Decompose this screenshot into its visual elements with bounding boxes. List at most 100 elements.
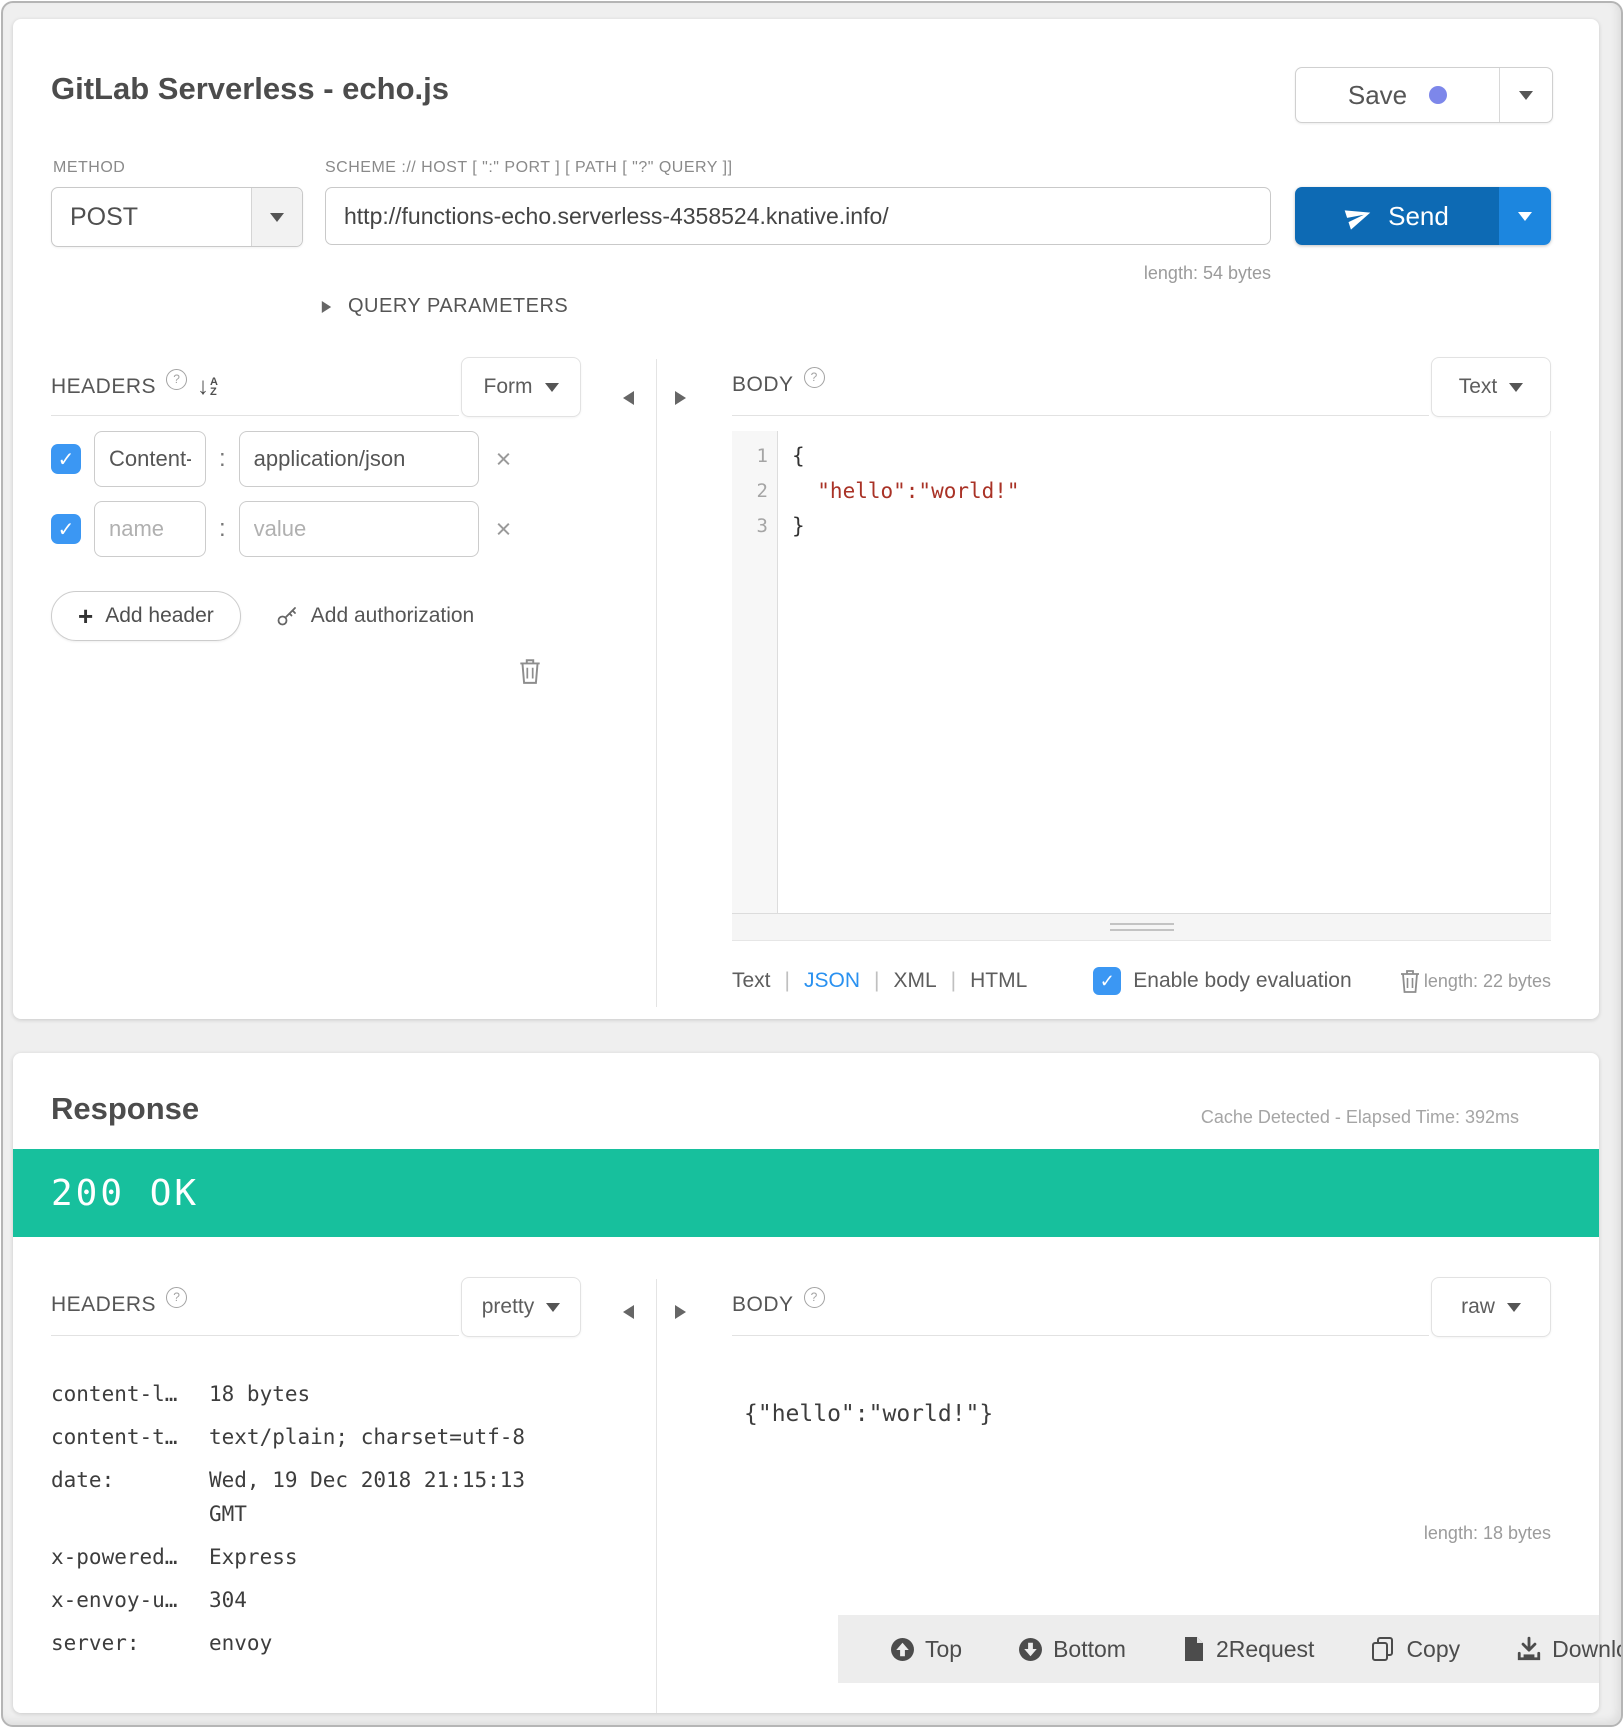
method-dropdown-button[interactable]	[251, 188, 302, 246]
header-value: Express	[209, 1540, 554, 1574]
headers-view-mode-dropdown[interactable]: Form	[461, 357, 581, 417]
collapse-body-icon[interactable]	[675, 391, 686, 405]
expand-arrow-icon	[322, 301, 331, 313]
add-header-button[interactable]: Add header	[51, 591, 241, 641]
header-name: content-t…	[51, 1420, 209, 1454]
app-window: GitLab Serverless - echo.js Save METHOD …	[1, 1, 1623, 1727]
chevron-down-icon	[1518, 212, 1532, 221]
body-view-mode-dropdown[interactable]: Text	[1431, 357, 1551, 417]
help-icon[interactable]	[166, 369, 187, 390]
panel-divider	[656, 1279, 657, 1713]
header-value: 18 bytes	[209, 1377, 554, 1411]
request-headers-panel: HEADERS Form	[51, 355, 581, 685]
format-option-text[interactable]: Text	[732, 969, 771, 993]
header-row	[51, 431, 581, 487]
query-parameters-toggle[interactable]: QUERY PARAMETERS	[321, 295, 568, 318]
method-label: METHOD	[53, 159, 125, 177]
format-option-html[interactable]: HTML	[970, 969, 1027, 993]
response-body-view-dropdown[interactable]: raw	[1431, 1277, 1551, 1337]
header-value: Wed, 19 Dec 2018 21:15:13 GMT	[209, 1463, 554, 1531]
request-panel: GitLab Serverless - echo.js Save METHOD …	[13, 19, 1599, 1019]
headers-view-mode-value: Form	[484, 375, 533, 399]
paper-plane-icon	[1342, 199, 1376, 233]
scroll-top-button[interactable]: Top	[890, 1636, 962, 1663]
trash-icon[interactable]	[1398, 968, 1422, 994]
section-divider	[732, 415, 1429, 416]
page-title: GitLab Serverless - echo.js	[51, 71, 449, 107]
add-header-label: Add header	[105, 604, 214, 628]
enable-body-evaluation-label: Enable body evaluation	[1133, 969, 1351, 993]
send-dropdown-button[interactable]	[1499, 187, 1551, 245]
send-split-button[interactable]: Send	[1295, 187, 1551, 245]
collapse-body-icon[interactable]	[675, 1305, 686, 1319]
download-button[interactable]: Download	[1516, 1636, 1623, 1663]
header-enabled-checkbox[interactable]	[51, 444, 81, 474]
collapse-headers-icon[interactable]	[623, 391, 634, 405]
url-input[interactable]	[325, 187, 1271, 245]
save-split-button[interactable]: Save	[1295, 67, 1553, 123]
delete-header-icon[interactable]	[496, 514, 512, 545]
document-icon	[1182, 1636, 1206, 1662]
response-body-content: {"hello":"world!"}	[744, 1401, 1551, 1427]
header-value: text/plain; charset=utf-8	[209, 1420, 554, 1454]
format-option-json[interactable]: JSON	[804, 969, 860, 993]
header-value-input[interactable]	[239, 431, 479, 487]
colon-separator	[219, 515, 226, 543]
response-toolbar: Top Bottom 2Request Copy Download	[838, 1615, 1599, 1683]
response-body-length: length: 18 bytes	[732, 1523, 1551, 1544]
collapse-headers-icon[interactable]	[623, 1305, 634, 1319]
section-divider	[51, 1335, 459, 1336]
body-code-editor[interactable]: 1 2 3 { "hello":"world!" }	[732, 431, 1551, 913]
response-title: Response	[51, 1091, 199, 1127]
scroll-bottom-button[interactable]: Bottom	[1018, 1636, 1126, 1663]
chevron-down-icon	[546, 1303, 560, 1312]
section-divider	[51, 415, 459, 416]
section-divider	[732, 1335, 1429, 1336]
code-area[interactable]: { "hello":"world!" }	[778, 431, 1550, 913]
header-enabled-checkbox[interactable]	[51, 514, 81, 544]
url-scheme-label: SCHEME :// HOST [ ":" PORT ] [ PATH [ "?…	[325, 159, 733, 177]
header-value: 304	[209, 1583, 554, 1617]
header-name-input[interactable]	[94, 431, 206, 487]
header-name-input[interactable]	[94, 501, 206, 557]
help-icon[interactable]	[804, 367, 825, 388]
response-headers-view-dropdown[interactable]: pretty	[461, 1277, 581, 1337]
code-line-string: "hello":"world!"	[792, 474, 1550, 509]
trash-icon[interactable]	[517, 657, 543, 685]
copy-to-request-button[interactable]: 2Request	[1182, 1636, 1314, 1663]
body-section-title: BODY	[732, 373, 794, 397]
sort-az-icon[interactable]	[197, 373, 218, 401]
copy-button[interactable]: Copy	[1370, 1636, 1460, 1663]
line-number-gutter: 1 2 3	[732, 431, 778, 913]
editor-resize-handle[interactable]	[732, 913, 1551, 941]
line-number: 2	[732, 474, 777, 509]
chevron-down-icon	[1509, 383, 1523, 392]
method-select[interactable]: POST	[51, 187, 303, 247]
send-button[interactable]: Send	[1295, 187, 1499, 245]
save-dropdown-button[interactable]	[1500, 68, 1552, 122]
add-authorization-button[interactable]: Add authorization	[275, 604, 474, 628]
save-button[interactable]: Save	[1296, 68, 1500, 122]
copy-icon	[1370, 1636, 1396, 1662]
query-parameters-label: QUERY PARAMETERS	[348, 295, 568, 318]
response-header-row: x-envoy-u…304	[51, 1583, 581, 1617]
header-value: envoy	[209, 1626, 554, 1660]
enable-body-evaluation-checkbox[interactable]	[1093, 967, 1121, 995]
delete-header-icon[interactable]	[496, 444, 512, 475]
status-code: 200 OK	[51, 1173, 199, 1214]
circle-arrow-up-icon	[890, 1637, 915, 1662]
help-icon[interactable]	[804, 1287, 825, 1308]
format-option-xml[interactable]: XML	[893, 969, 936, 993]
chevron-down-icon	[1519, 91, 1533, 100]
help-icon[interactable]	[166, 1287, 187, 1308]
send-button-label: Send	[1388, 201, 1449, 232]
request-url-length: length: 54 bytes	[325, 263, 1271, 284]
body-view-mode-value: Text	[1459, 375, 1498, 399]
header-value-input[interactable]	[239, 501, 479, 557]
response-body-panel: BODY raw {"hello":"world!"} length: 18 b…	[732, 1275, 1551, 1544]
request-body-length: length: 22 bytes	[1424, 971, 1551, 992]
status-banner: 200 OK	[13, 1149, 1599, 1237]
response-headers-panel: HEADERS pretty content-l…18 bytes conten…	[51, 1275, 581, 1669]
chevron-down-icon	[545, 383, 559, 392]
key-icon	[275, 604, 299, 628]
